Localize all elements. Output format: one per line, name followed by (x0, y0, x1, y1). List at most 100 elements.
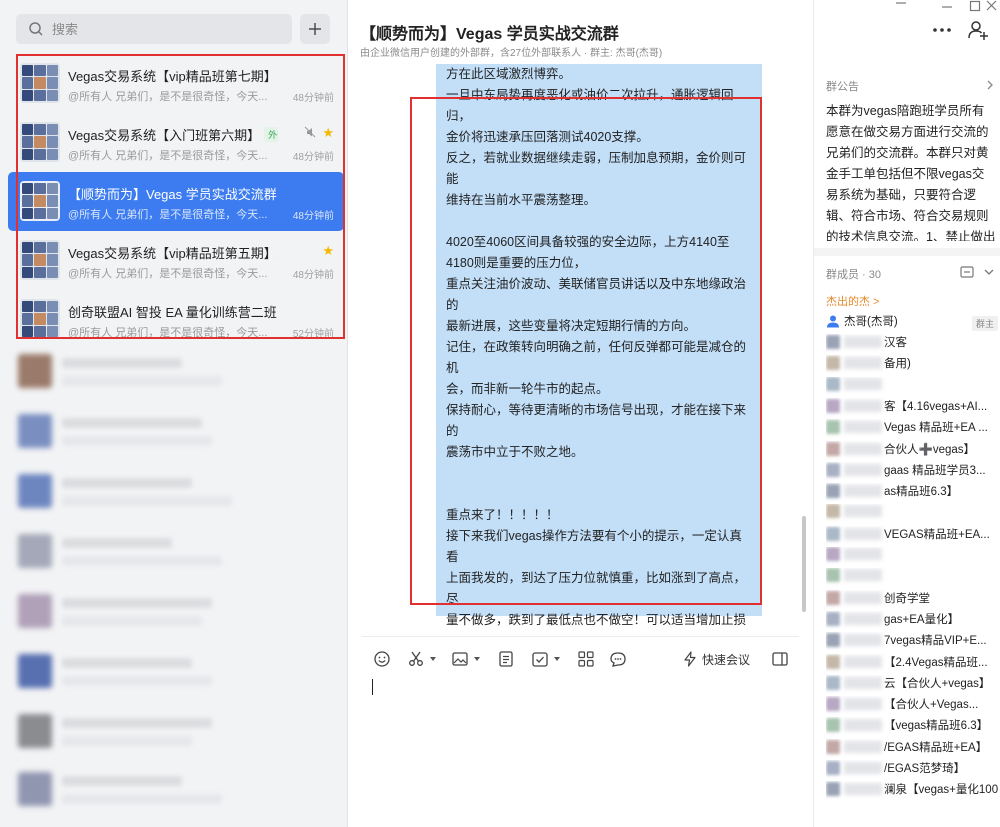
blurred-name (844, 698, 882, 711)
divider (814, 248, 1000, 256)
image-icon[interactable] (450, 649, 470, 669)
minimize-icon[interactable] (940, 0, 954, 14)
member-owner[interactable]: 杰哥(杰哥) 群主 (826, 313, 998, 334)
member-item[interactable] (826, 504, 998, 525)
list-item[interactable] (16, 650, 336, 698)
member-item[interactable]: Vegas 精品班+EA ... (826, 419, 998, 440)
scissors-icon[interactable] (406, 649, 426, 669)
chat-list-item[interactable]: Vegas交易系统【vip精品班第七期】外部 @所有人 兄弟们，是不是很奇怪，今天… (8, 54, 344, 113)
member-item[interactable]: as精品班6.3】 (826, 483, 998, 504)
more-icon[interactable] (930, 18, 954, 42)
chat-bubble-icon[interactable] (608, 649, 628, 669)
list-item[interactable] (16, 410, 336, 458)
member-item[interactable]: /EGAS范梦琦】 (826, 760, 998, 781)
blurred-name (844, 421, 882, 434)
search-input[interactable] (52, 14, 282, 44)
list-item[interactable] (16, 590, 336, 638)
member-avatar (826, 654, 840, 669)
member-avatar (826, 761, 840, 775)
member-item[interactable]: 云【合伙人+vegas】 (826, 675, 998, 696)
blurred-name (844, 676, 882, 689)
chat-item-title: Vegas交易系统【vip精品班第五期】...外部 (68, 243, 278, 262)
member-name: Vegas 精品班+EA ... (884, 422, 988, 435)
member-item[interactable]: 【2.4Vegas精品班... (826, 654, 998, 675)
member-avatar (826, 441, 840, 456)
caret-down-icon[interactable] (554, 656, 560, 662)
chat-list-item[interactable]: Vegas交易系统【vip精品班第五期】...外部 ★ @所有人 兄弟们，是不是很奇… (8, 231, 344, 290)
members-title: 群成员 · 30 (826, 269, 882, 281)
member-item[interactable]: 备用) (826, 355, 998, 376)
list-item[interactable] (16, 710, 336, 758)
announcement-text[interactable]: 本群为vegas陪跑班学员所有愿意在做交易方面进行交流的兄弟们的交流群。本群只对… (826, 101, 996, 241)
caret-down-icon[interactable] (430, 656, 436, 662)
member-item[interactable]: 【vegas精品班6.3】 (826, 717, 998, 738)
member-name: 客【4.16vegas+AI... (884, 400, 988, 413)
message-line: 记住，在政策转向明确之前，任何反弹都可能是减仓的机 (446, 340, 747, 375)
chat-sidebar: Vegas交易系统【vip精品班第七期】外部 @所有人 兄弟们，是不是很奇怪，今天… (0, 0, 348, 827)
message-line: 反之，若就业数据继续走弱，压制加息预期，金价则可能 (446, 151, 747, 186)
close-icon[interactable] (985, 0, 999, 14)
member-item[interactable]: 客【4.16vegas+AI... (826, 398, 998, 419)
document-icon[interactable] (496, 649, 516, 669)
blurred-name (844, 442, 882, 455)
member-item[interactable]: 创奇学堂 (826, 590, 998, 611)
member-item[interactable]: gaas 精品班学员3... (826, 462, 998, 483)
chevron-down-icon[interactable] (984, 268, 994, 276)
chat-item-time: 48分钟前 (292, 270, 334, 281)
member-avatar (826, 462, 840, 477)
member-name: 【vegas精品班6.3】 (884, 720, 989, 733)
member-item[interactable] (826, 376, 998, 398)
member-item[interactable] (826, 568, 998, 589)
chevron-right-icon[interactable] (986, 80, 994, 90)
list-item[interactable] (16, 350, 336, 398)
member-avatar (826, 547, 840, 561)
chat-list-item[interactable]: 创奇联盟AI 智投 EA 量化训练营二班外部 @所有人 兄弟们，是不是很奇怪，今天… (8, 290, 344, 349)
member-avatar (826, 739, 840, 754)
add-button[interactable] (300, 14, 330, 44)
list-item[interactable] (16, 530, 336, 578)
admin-link[interactable]: 杰出的杰 > (826, 293, 879, 309)
chat-item-time: 52分钟前 (292, 329, 334, 340)
caret-down-icon[interactable] (474, 656, 480, 662)
member-item[interactable]: 汉客 (826, 334, 998, 355)
checkbox-icon[interactable] (530, 649, 550, 669)
chat-list-item[interactable]: 【顺势而为】Vegas 学员实战交流群外部 @所有人 兄弟们，是不是很奇怪，今天.… (8, 172, 344, 231)
member-name: gaas 精品班学员3... (884, 464, 986, 477)
member-avatar (826, 611, 840, 626)
member-name: 【合伙人+Vegas... (884, 699, 979, 712)
member-avatar (826, 420, 840, 435)
list-item[interactable] (16, 470, 336, 518)
member-item[interactable]: 澜泉【vegas+量化1000】 (826, 781, 998, 802)
member-item[interactable]: 【合伙人+Vegas... (826, 696, 998, 717)
member-name: 合伙人➕vegas】 (884, 443, 976, 456)
emoji-icon[interactable] (372, 649, 392, 669)
group-avatar (20, 240, 60, 280)
blurred-name (844, 357, 882, 370)
message-line: 方在此区域激烈博弈。 (446, 67, 572, 81)
apps-grid-icon[interactable] (576, 649, 596, 669)
chat-list-item[interactable]: Vegas交易系统【入门班第六期】外部 ★ @所有人 兄弟们，是不是很奇怪，今天..… (8, 113, 344, 172)
member-item[interactable]: 合伙人➕vegas】 (826, 441, 998, 462)
member-item[interactable] (826, 547, 998, 568)
sidebar-toggle-icon[interactable] (770, 649, 790, 669)
pin-icon[interactable] (894, 0, 908, 14)
member-item[interactable]: 7vegas精品VIP+E... (826, 632, 998, 653)
member-avatar (826, 718, 840, 733)
maximize-icon[interactable] (968, 0, 982, 14)
message-line: 重点来了！！！！！ (446, 508, 559, 522)
message-bubble[interactable]: 方在此区域激烈博弈。 一旦中东局势再度恶化或油价二次拉升，通胀逻辑回归， 金价将迅速… (436, 64, 762, 627)
message-line (446, 484, 752, 505)
member-item[interactable]: VEGAS精品班+EA... (826, 526, 998, 547)
member-item[interactable]: /EGAS精品班+EA】 (826, 739, 998, 760)
quick-meeting-button[interactable]: 快速会议 (682, 649, 750, 669)
group-info-panel: 群公告 本群为vegas陪跑班学员所有愿意在做交易方面进行交流的兄弟们的交流群。… (813, 0, 1000, 827)
scrollbar[interactable] (802, 516, 806, 612)
list-item[interactable] (16, 768, 336, 816)
mail-icon[interactable] (960, 266, 974, 278)
member-name: VEGAS精品班+EA... (884, 528, 990, 541)
blurred-name (844, 569, 882, 582)
search-box[interactable] (16, 14, 292, 44)
member-item[interactable]: gas+EA量化】 (826, 611, 998, 632)
add-member-icon[interactable] (966, 18, 990, 42)
member-avatar (826, 376, 840, 391)
